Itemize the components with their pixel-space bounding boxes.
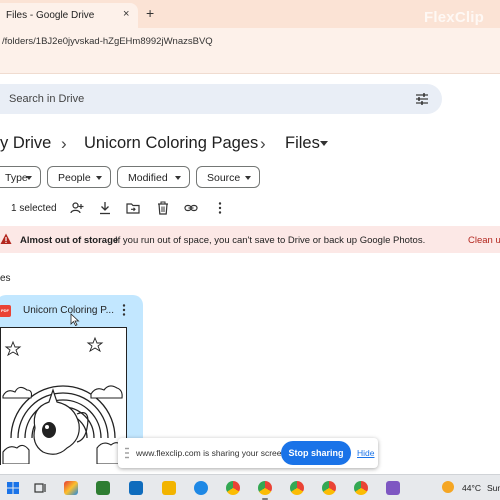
hide-link[interactable]: Hide (357, 448, 374, 458)
temperature[interactable]: 44°C (462, 483, 481, 493)
filter-people-label: People (58, 172, 91, 184)
edge-icon[interactable] (194, 481, 208, 495)
pdf-file-icon: PDF (0, 305, 11, 317)
new-tab-button[interactable]: + (146, 5, 154, 21)
warning-icon (0, 233, 12, 244)
address-bar[interactable]: /folders/1BJ2e0jyvskad-hZgEHm8992jWnazsB… (0, 28, 500, 54)
chrome-profile-icon[interactable] (258, 481, 272, 495)
filter-type-label: Type (5, 172, 28, 184)
filter-modified-label: Modified (128, 172, 168, 184)
weather-sun-icon (442, 481, 454, 493)
chevron-down-icon[interactable] (320, 141, 328, 147)
windows-start-icon[interactable] (6, 481, 20, 495)
browser-tab[interactable]: Files - Google Drive × (0, 3, 138, 28)
bookmarks-bar (0, 54, 500, 74)
chrome-icon[interactable] (226, 481, 240, 495)
tab-close-icon[interactable]: × (123, 8, 129, 20)
banner-title: Almost out of storage (20, 235, 119, 246)
banner-message: If you run out of space, you can't save … (115, 235, 426, 246)
filter-people-chip[interactable]: People (47, 166, 111, 188)
outlook-icon[interactable] (129, 481, 143, 495)
section-label-files: es (0, 273, 11, 284)
copy-link-icon[interactable] (184, 201, 198, 215)
share-message: www.flexclip.com is sharing your screen. (136, 448, 289, 458)
file-more-icon[interactable] (120, 303, 128, 317)
chrome-profile-d-icon[interactable] (322, 481, 336, 495)
flexclip-watermark: FlexClip (424, 9, 484, 26)
more-actions-icon[interactable] (213, 201, 227, 215)
mouse-cursor-icon (70, 313, 80, 326)
trash-icon[interactable] (156, 201, 170, 215)
task-view-icon[interactable] (33, 481, 47, 495)
clean-up-link[interactable]: Clean u (468, 235, 500, 246)
filter-modified-chip[interactable]: Modified (117, 166, 190, 188)
weather-condition[interactable]: Sun (487, 483, 500, 493)
search-options-icon[interactable] (415, 92, 429, 106)
share-person-add-icon[interactable] (70, 201, 84, 215)
drive-search-box[interactable]: Search in Drive (0, 84, 442, 114)
file-explorer-icon[interactable] (162, 481, 176, 495)
chevron-down-icon (175, 176, 181, 180)
screen-share-bar: www.flexclip.com is sharing your screen.… (118, 438, 378, 468)
tab-title: Files - Google Drive (6, 10, 95, 21)
widgets-icon[interactable] (96, 481, 110, 495)
copilot-icon[interactable] (64, 481, 78, 495)
stop-sharing-button[interactable]: Stop sharing (281, 441, 351, 465)
breadcrumb-separator: › (260, 134, 266, 153)
app-icon[interactable] (386, 481, 400, 495)
taskbar: 44°C Sun (0, 474, 500, 500)
drag-handle-icon[interactable] (125, 447, 129, 459)
download-icon[interactable] (98, 201, 112, 215)
chevron-down-icon (26, 176, 32, 180)
filter-type-chip[interactable]: Type (0, 166, 41, 188)
unicorn-coloring-image (2, 336, 124, 465)
filter-source-chip[interactable]: Source (196, 166, 260, 188)
breadcrumb-my-drive[interactable]: y Drive (0, 134, 51, 153)
filter-source-label: Source (207, 172, 241, 184)
url-text[interactable]: /folders/1BJ2e0jyvskad-hZgEHm8992jWnazsB… (2, 36, 213, 47)
chevron-down-icon (96, 176, 102, 180)
move-to-folder-icon[interactable] (126, 201, 140, 215)
browser-tab-bar: Files - Google Drive × + FlexClip (0, 0, 500, 28)
chevron-down-icon (245, 176, 251, 180)
file-thumbnail (0, 327, 127, 465)
breadcrumb-unicorn-coloring-pages[interactable]: Unicorn Coloring Pages (84, 134, 258, 153)
chrome-window-icon[interactable] (290, 481, 304, 495)
chrome-app-icon[interactable] (354, 481, 368, 495)
file-name[interactable]: Unicorn Coloring P... (23, 305, 114, 316)
storage-warning-banner: Almost out of storage If you run out of … (0, 226, 500, 253)
breadcrumb-files[interactable]: Files (285, 134, 320, 153)
search-input[interactable]: Search in Drive (9, 93, 84, 105)
selection-action-bar: 1 selected (0, 197, 500, 219)
breadcrumb-separator: › (61, 134, 67, 153)
selection-count: 1 selected (11, 203, 57, 214)
